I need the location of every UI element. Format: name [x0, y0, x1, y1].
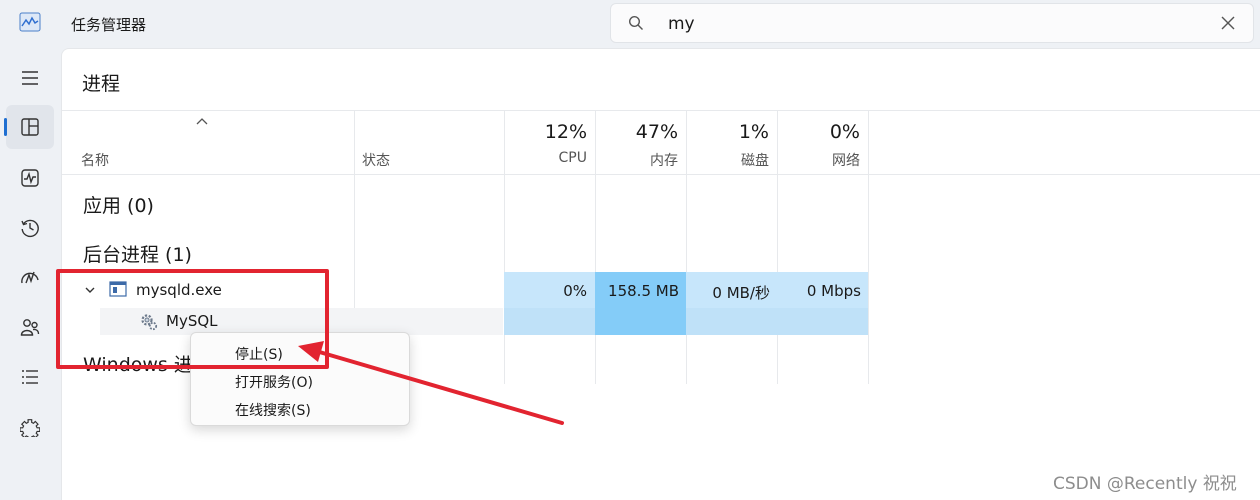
annotation-arrow [298, 341, 564, 425]
column-divider [868, 111, 869, 384]
watermark: CSDN @Recently 祝祝 [1053, 474, 1237, 494]
menu-icon [22, 71, 38, 85]
nav-details[interactable] [6, 355, 54, 399]
column-header-disk[interactable]: 磁盘 [694, 150, 769, 170]
process-disk: 0 MB/秒 [712, 284, 770, 302]
network-heat-cell [777, 308, 868, 335]
startup-icon [21, 271, 39, 284]
group-background-processes[interactable]: 后台进程 (1) [83, 240, 192, 267]
column-divider [777, 111, 778, 384]
process-cpu: 0% [563, 282, 587, 300]
column-header-name[interactable]: 名称 [81, 150, 109, 170]
column-divider [686, 111, 687, 384]
disk-total-percent[interactable]: 1% [694, 121, 769, 143]
close-icon[interactable] [1220, 15, 1236, 31]
nav-app-history[interactable] [6, 206, 54, 250]
sort-ascending-icon[interactable] [195, 116, 209, 126]
performance-chart-icon [19, 12, 41, 32]
process-network: 0 Mbps [806, 282, 861, 300]
process-memory: 158.5 MB [608, 282, 679, 300]
nav-performance[interactable] [6, 156, 54, 200]
processes-icon [21, 118, 39, 136]
details-icon [22, 370, 38, 384]
nav-startup-apps[interactable] [6, 256, 54, 300]
nav-services[interactable] [6, 405, 54, 449]
app-title: 任务管理器 [71, 16, 147, 34]
search-icon [628, 15, 643, 30]
cpu-heat-cell [504, 308, 595, 335]
divider [62, 110, 1260, 111]
network-total-percent[interactable]: 0% [785, 121, 860, 143]
nav-processes[interactable] [4, 105, 54, 149]
history-icon [21, 219, 39, 238]
memory-heat-cell [595, 308, 686, 335]
disk-heat-cell [686, 308, 777, 335]
column-header-status[interactable]: 状态 [362, 150, 390, 170]
title-bar: 任务管理器 [0, 0, 1260, 48]
memory-total-percent[interactable]: 47% [603, 121, 678, 143]
left-nav [0, 48, 60, 500]
nav-users[interactable] [6, 305, 54, 349]
group-apps[interactable]: 应用 (0) [83, 191, 154, 218]
services-icon [20, 419, 40, 437]
performance-icon [21, 169, 39, 187]
users-icon [20, 319, 40, 336]
column-header-network[interactable]: 网络 [785, 150, 860, 170]
column-header-memory[interactable]: 内存 [603, 150, 678, 170]
cpu-total-percent[interactable]: 12% [512, 121, 587, 143]
highlight-box [56, 269, 329, 369]
column-divider [595, 111, 596, 384]
column-header-cpu[interactable]: CPU [512, 150, 587, 166]
page-title: 进程 [82, 73, 121, 95]
search-input[interactable] [668, 11, 1188, 37]
search-box[interactable] [610, 3, 1254, 43]
header-divider [62, 174, 1260, 175]
nav-hamburger-menu[interactable] [6, 56, 54, 100]
